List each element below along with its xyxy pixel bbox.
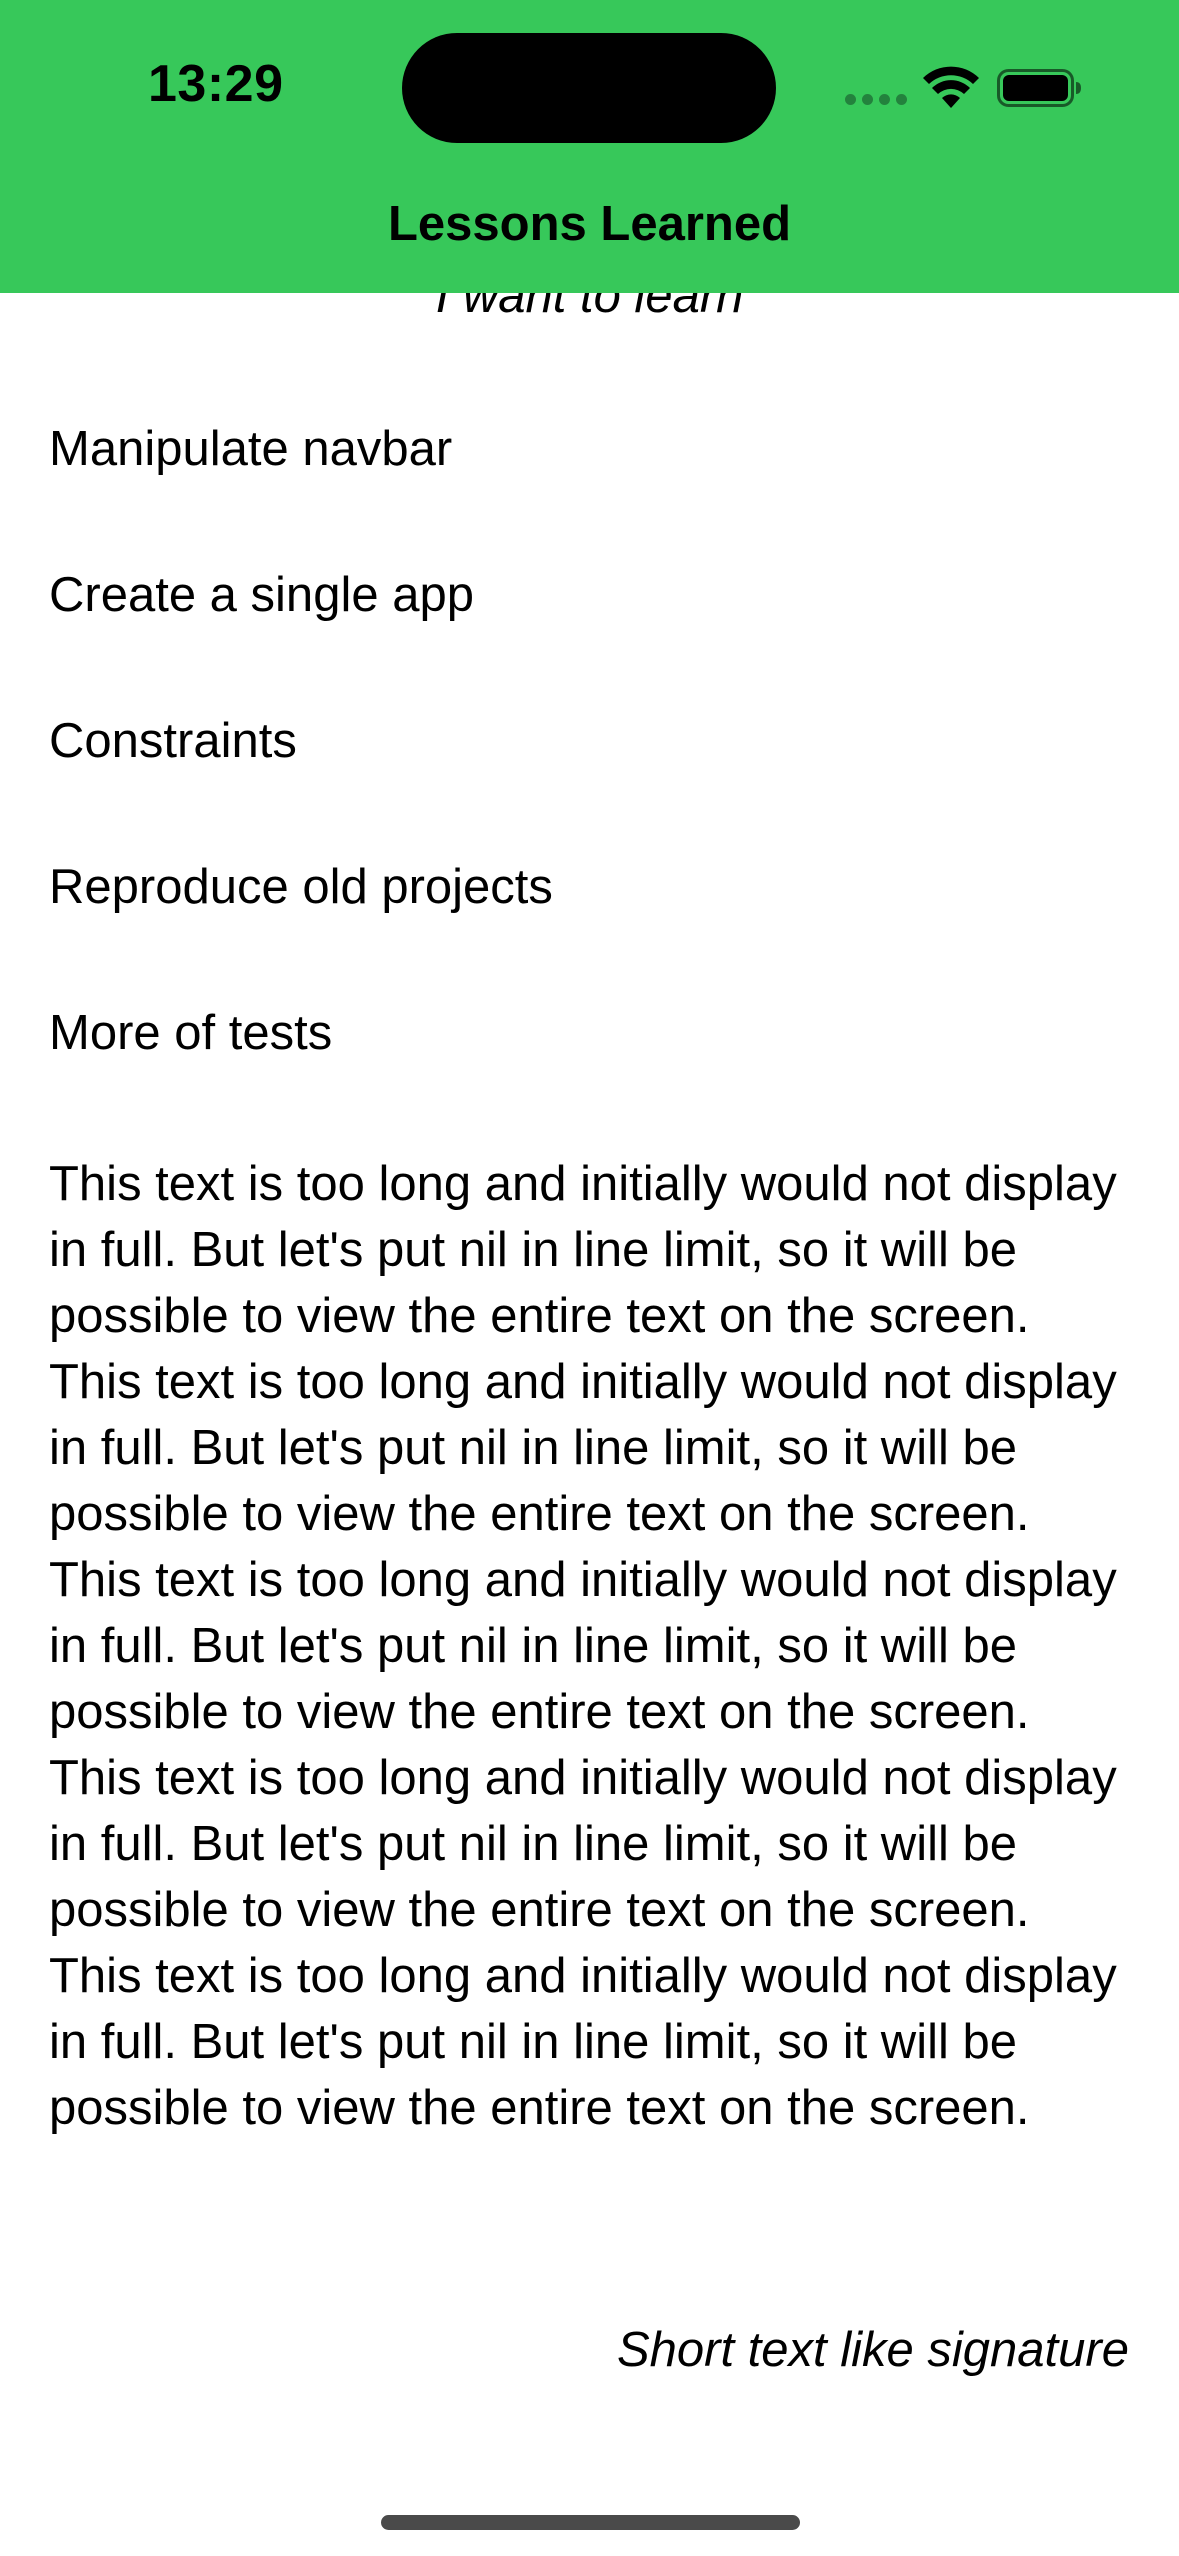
wifi-icon xyxy=(923,66,979,108)
list-item: Reproduce old projects xyxy=(49,860,553,914)
signature-text: Short text like signature xyxy=(616,2323,1129,2377)
scroll-content[interactable]: I want to learn Manipulate navbar Create… xyxy=(0,0,1179,2556)
list-item: More of tests xyxy=(49,1006,333,1060)
signal-dots-icon xyxy=(845,94,907,105)
status-time: 13:29 xyxy=(148,55,284,113)
list-item: Create a single app xyxy=(49,568,474,622)
list-item: Constraints xyxy=(49,714,297,768)
battery-icon xyxy=(997,69,1081,107)
home-indicator[interactable] xyxy=(381,2515,800,2530)
dynamic-island xyxy=(402,33,776,143)
nav-title: Lessons Learned xyxy=(387,197,792,251)
list-item: Manipulate navbar xyxy=(49,422,453,476)
long-text-paragraph: This text is too long and initially woul… xyxy=(49,1157,1117,2135)
navigation-header: 13:29 Lessons Learned xyxy=(0,0,1179,293)
